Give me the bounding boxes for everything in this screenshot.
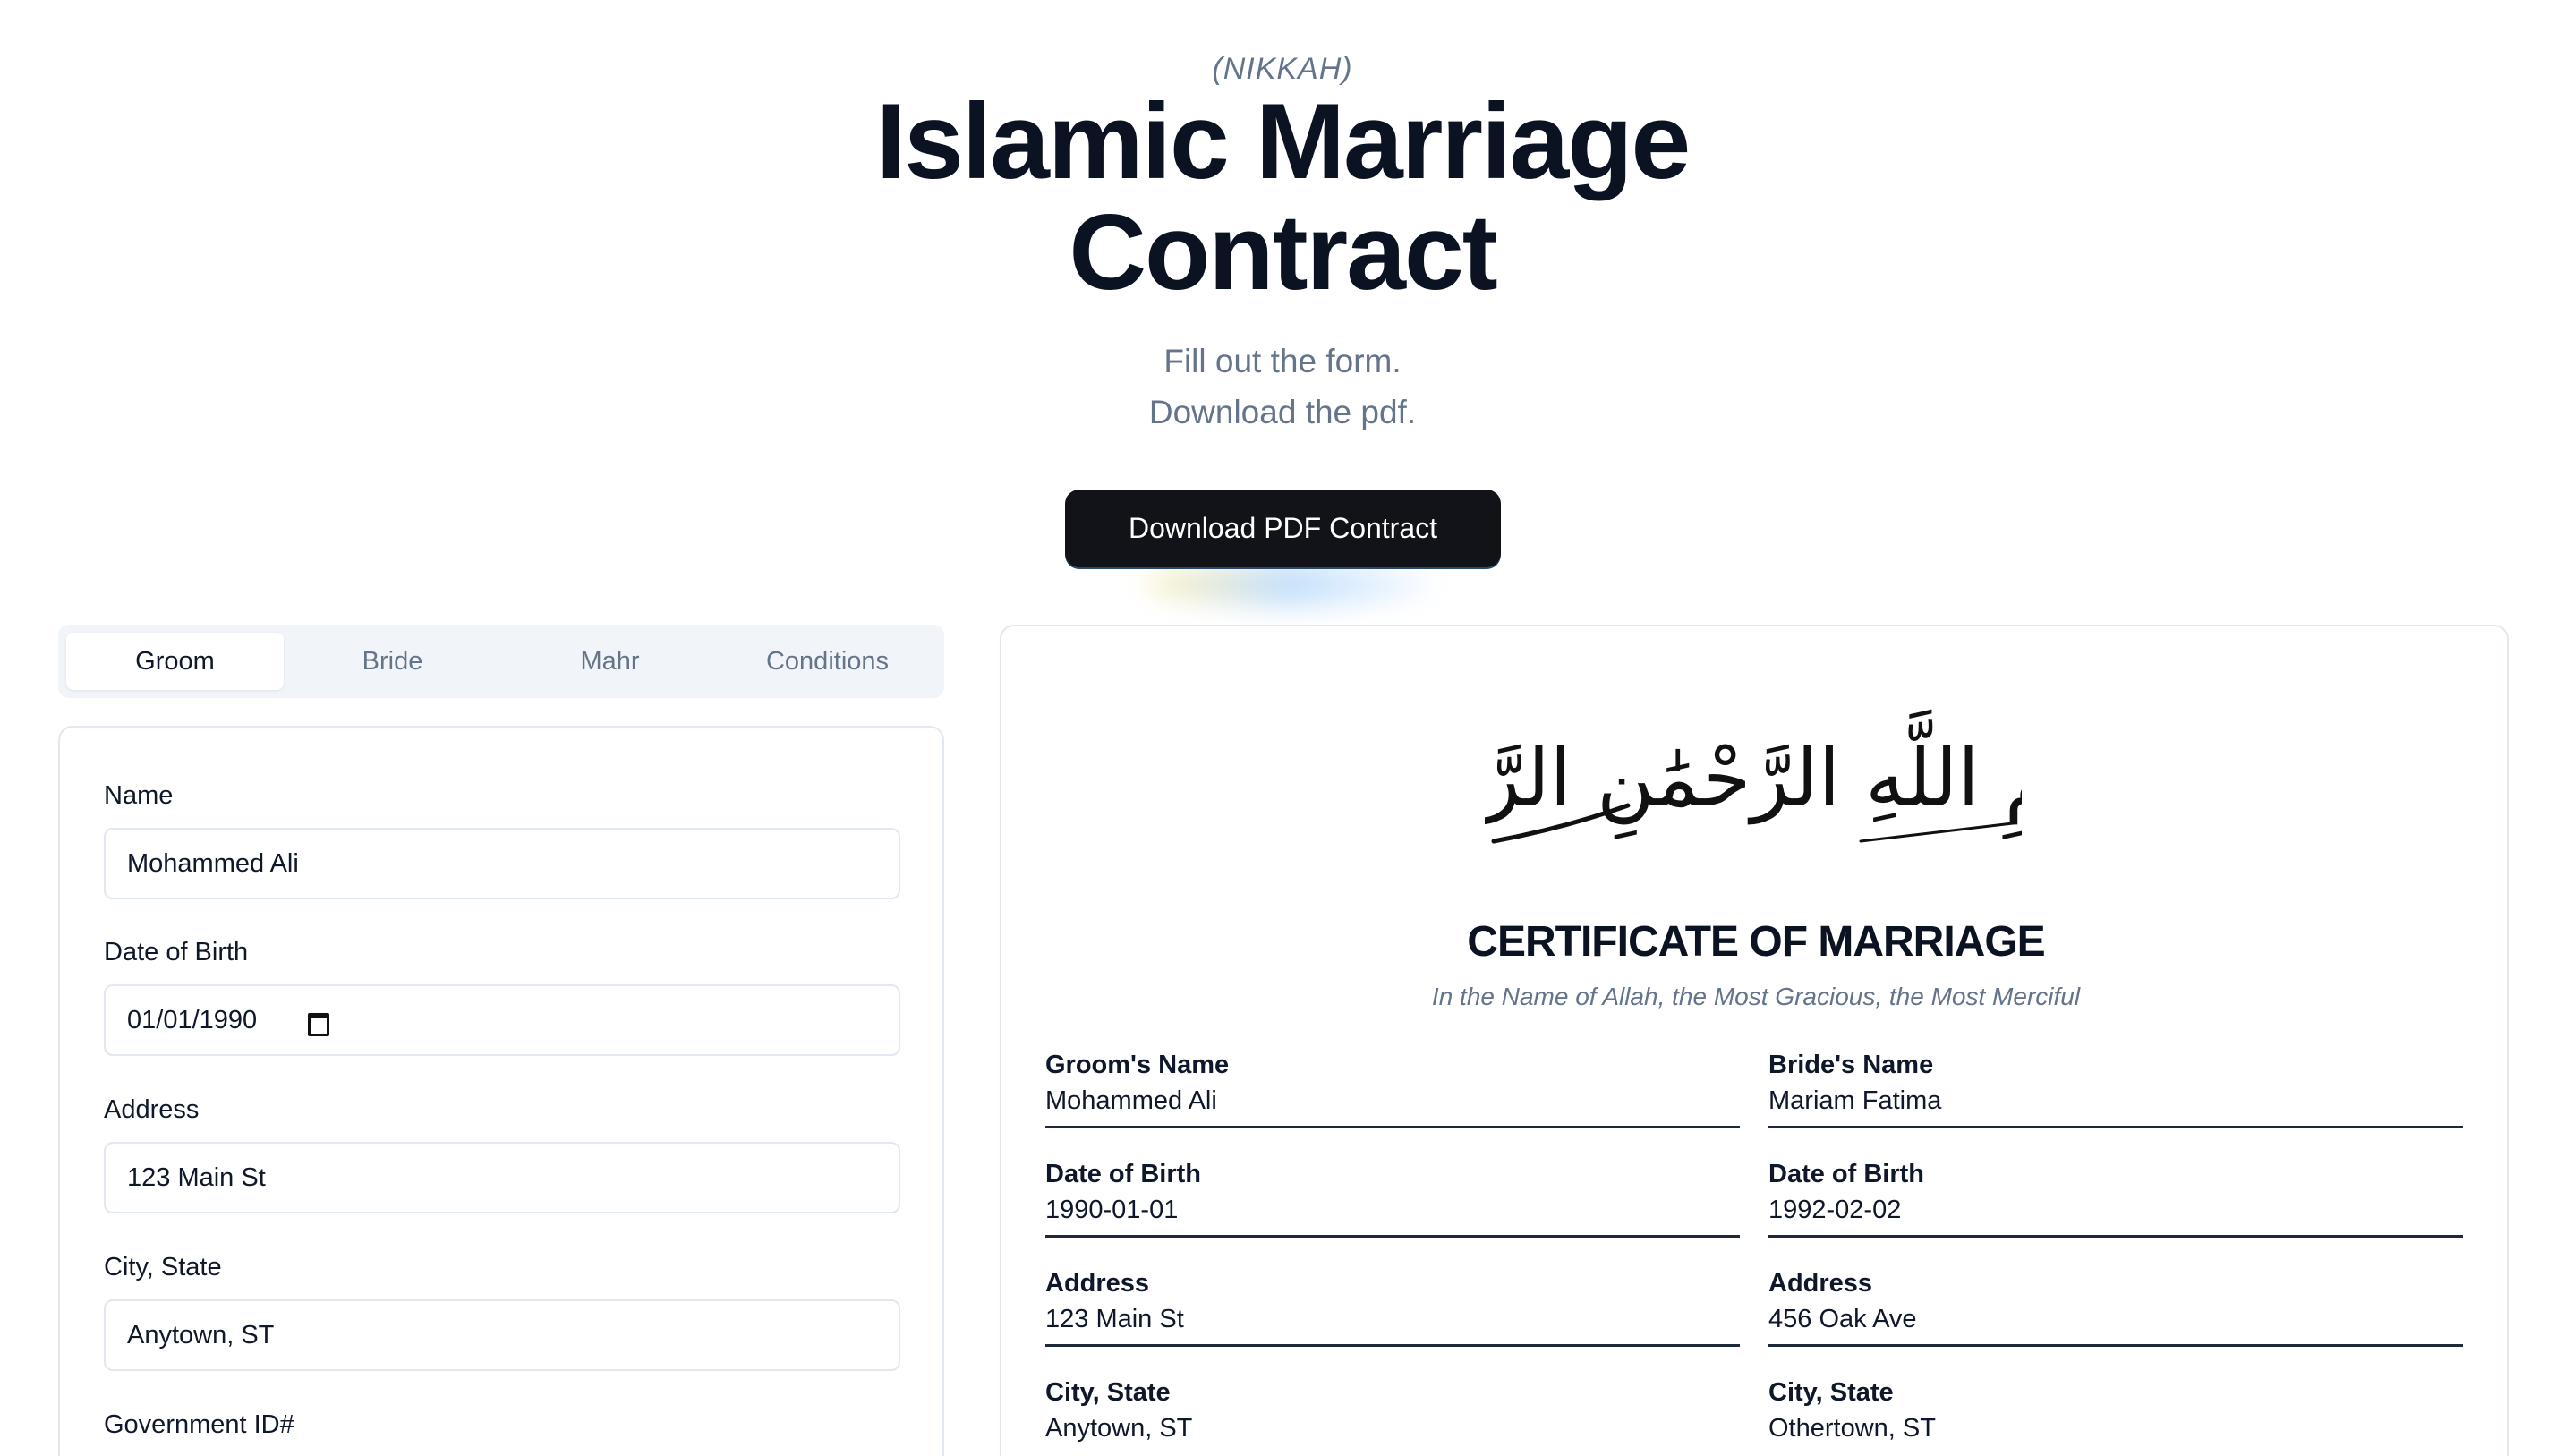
page-title: Islamic Marriage Contract	[0, 86, 2565, 308]
cert-bride-name-label: Bride's Name	[1768, 1051, 1934, 1079]
cert-groom-name: Groom's Name Mohammed Ali	[1045, 1047, 1740, 1128]
address-input[interactable]: 123 Main St	[104, 1142, 900, 1213]
cert-groom-city-label: City, State	[1045, 1378, 1171, 1407]
download-pdf-button[interactable]: Download PDF Contract	[1065, 490, 1501, 567]
button-glow	[1146, 562, 1432, 607]
calligraphy-swash-right	[1859, 822, 2015, 843]
subtitle-line-1: Fill out the form.	[1163, 343, 1402, 379]
address-label: Address	[104, 1095, 200, 1124]
form-tabs: Groom Bride Mahr Conditions	[58, 625, 944, 698]
cert-bride-city-value: Othertown, ST	[1768, 1414, 1936, 1443]
page-subtitle: Fill out the form. Download the pdf.	[0, 336, 2565, 438]
cert-bride-address: Address 456 Oak Ave	[1768, 1265, 2463, 1347]
cert-bride-city: City, State Othertown, ST	[1768, 1375, 2463, 1453]
certificate-preview: بِسْمِ اللَّهِ الرَّحْمَٰنِ الرَّحِيمِ C…	[1000, 625, 2509, 1456]
government-id-label: Government ID#	[104, 1410, 294, 1439]
dob-value: 01/01/1990	[127, 1005, 258, 1035]
tab-conditions[interactable]: Conditions	[719, 633, 936, 690]
city-state-label: City, State	[104, 1253, 222, 1281]
page: (NIKKAH) Islamic Marriage Contract Fill …	[0, 0, 2565, 1456]
cert-bride-dob: Date of Birth 1992-02-02	[1768, 1156, 2463, 1238]
cert-bride-name: Bride's Name Mariam Fatima	[1768, 1047, 2463, 1128]
cert-bride-city-label: City, State	[1768, 1378, 1894, 1407]
cert-groom-dob: Date of Birth 1990-01-01	[1045, 1156, 1740, 1238]
dob-input[interactable]: 01/01/1990	[104, 984, 900, 1056]
name-input[interactable]: Mohammed Ali	[104, 828, 900, 899]
subtitle-line-2: Download the pdf.	[1148, 394, 1417, 430]
cert-groom-address-label: Address	[1045, 1269, 1150, 1298]
certificate-title: CERTIFICATE OF MARRIAGE	[1467, 918, 2045, 966]
cert-groom-address-value: 123 Main St	[1045, 1305, 1184, 1333]
page-title-line-1: Islamic Marriage	[875, 81, 1692, 201]
cert-bride-dob-value: 1992-02-02	[1768, 1196, 1902, 1224]
cert-bride-address-value: 456 Oak Ave	[1768, 1305, 1917, 1333]
bismillah-calligraphy: بِسْمِ اللَّهِ الرَّحْمَٰنِ الرَّحِيمِ	[1485, 709, 2022, 844]
page-title-line-2: Contract	[1069, 192, 1497, 312]
cert-groom-name-value: Mohammed Ali	[1045, 1086, 1217, 1115]
city-state-input[interactable]: Anytown, ST	[104, 1299, 900, 1371]
dob-label: Date of Birth	[104, 938, 249, 966]
tab-bride[interactable]: Bride	[284, 633, 501, 690]
certificate-subtitle: In the Name of Allah, the Most Gracious,…	[1431, 983, 2081, 1010]
cert-groom-city: City, State Anytown, ST	[1045, 1375, 1740, 1453]
bismillah-text: بِسْمِ اللَّهِ الرَّحْمَٰنِ الرَّحِيمِ	[1485, 709, 2022, 840]
cert-groom-address: Address 123 Main St	[1045, 1265, 1740, 1347]
cert-groom-name-label: Groom's Name	[1045, 1051, 1230, 1079]
cert-bride-address-label: Address	[1768, 1269, 1873, 1298]
cert-bride-dob-label: Date of Birth	[1768, 1160, 1924, 1188]
name-label: Name	[104, 781, 174, 810]
cert-bride-name-value: Mariam Fatima	[1768, 1086, 1942, 1115]
groom-form: Name Mohammed Ali Date of Birth 01/01/19…	[58, 726, 944, 1456]
tab-groom[interactable]: Groom	[66, 633, 284, 690]
cert-groom-city-value: Anytown, ST	[1045, 1414, 1193, 1443]
cert-groom-dob-value: 1990-01-01	[1045, 1196, 1179, 1224]
cert-groom-dob-label: Date of Birth	[1045, 1160, 1201, 1188]
tab-mahr[interactable]: Mahr	[501, 633, 719, 690]
calendar-icon[interactable]	[307, 1010, 330, 1036]
